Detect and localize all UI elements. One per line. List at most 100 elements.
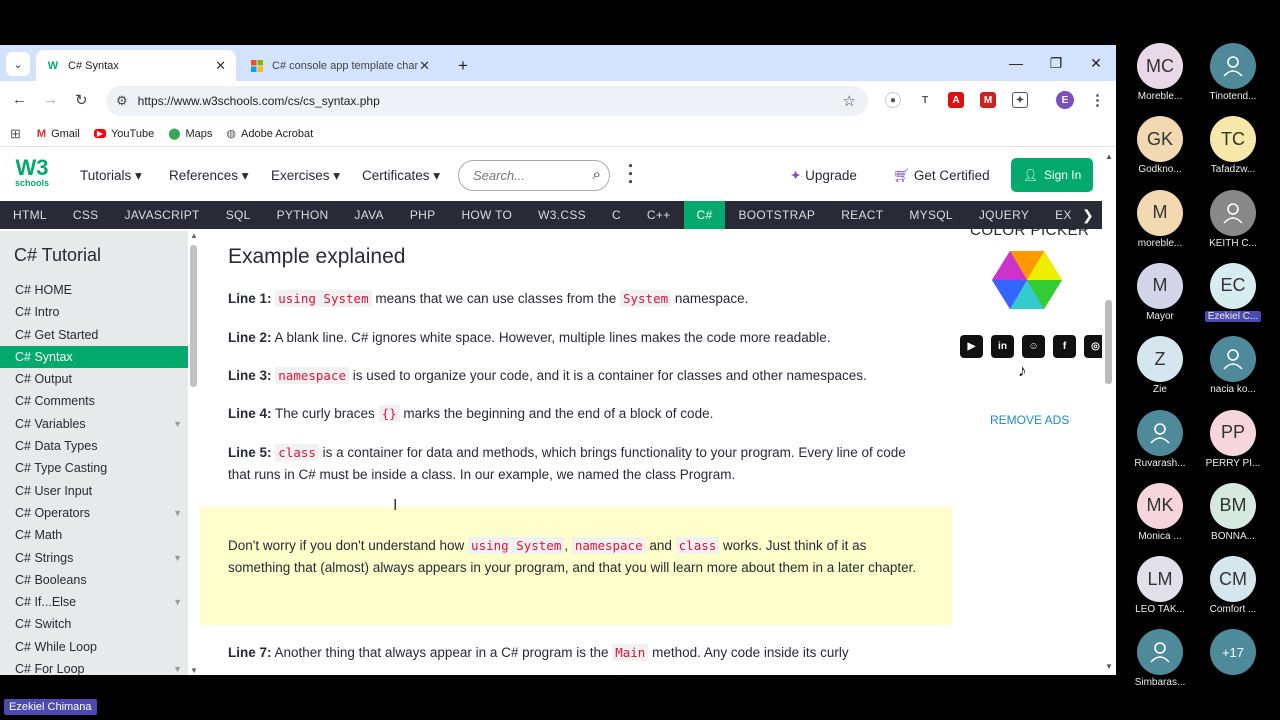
sidebar-item[interactable]: C# If...Else ▼ bbox=[0, 591, 188, 613]
topnav-item[interactable]: MYSQL bbox=[896, 201, 966, 229]
participant-tile[interactable]: MK Monica ... bbox=[1124, 482, 1196, 542]
sidebar-item[interactable]: C# Strings ▼ bbox=[0, 547, 188, 569]
participant-tile[interactable]: LM LEO TAK... bbox=[1124, 556, 1196, 615]
participant-tile[interactable]: +17 bbox=[1197, 629, 1269, 676]
menu-tutorials[interactable]: Tutorials ▾ bbox=[80, 168, 142, 184]
reload-icon[interactable]: ↻ bbox=[75, 91, 88, 109]
participant-tile[interactable]: KEITH C... bbox=[1197, 189, 1269, 249]
sidebar-item[interactable]: C# Type Casting bbox=[0, 457, 188, 479]
color-wheel-icon[interactable] bbox=[992, 249, 1062, 311]
tab-console-template[interactable]: C# console app template chang ✕ bbox=[240, 50, 440, 81]
topnav-item[interactable]: JAVASCRIPT bbox=[111, 201, 212, 229]
participant-tile[interactable]: Z Zie bbox=[1124, 336, 1196, 395]
topnav-item[interactable]: C++ bbox=[634, 201, 684, 229]
forward-icon[interactable]: → bbox=[43, 91, 58, 108]
address-bar[interactable]: ⚙ https://www.w3schools.com/cs/cs_syntax… bbox=[106, 86, 868, 116]
minimize-icon[interactable]: — bbox=[996, 45, 1036, 81]
menu-certificates[interactable]: Certificates ▾ bbox=[362, 168, 440, 184]
topnav-item[interactable]: HOW TO bbox=[448, 201, 525, 229]
participant-tile[interactable]: nacia ko... bbox=[1197, 336, 1269, 395]
browser-menu-icon[interactable]: ⋮ bbox=[1090, 91, 1105, 109]
scrollbar-thumb[interactable] bbox=[1105, 300, 1112, 384]
participant-tile[interactable]: GK Godkno... bbox=[1124, 116, 1196, 175]
new-tab-button[interactable]: + bbox=[448, 50, 478, 81]
topnav-item[interactable]: REACT bbox=[828, 201, 896, 229]
w3schools-logo[interactable]: W3 schools bbox=[14, 157, 50, 193]
color-picker-label[interactable]: COLOR PICKER bbox=[970, 222, 1089, 239]
topnav-item[interactable]: PHP bbox=[397, 201, 449, 229]
sidebar-item[interactable]: C# HOME bbox=[0, 279, 188, 301]
bookmark-adobe-acrobat[interactable]: ◍ Adobe Acrobat bbox=[226, 127, 313, 141]
sidebar-item[interactable]: C# Output bbox=[0, 368, 188, 390]
tiktok-icon[interactable]: ♪ bbox=[1018, 361, 1027, 381]
adobe-pdf-icon[interactable]: A bbox=[948, 92, 964, 108]
extension-text-icon[interactable]: T bbox=[917, 92, 933, 108]
topnav-item[interactable]: PYTHON bbox=[264, 201, 342, 229]
extensions-puzzle-icon[interactable]: ✦ bbox=[1012, 92, 1028, 108]
scrollbar-thumb[interactable] bbox=[190, 245, 197, 387]
sidebar-item[interactable]: C# Math bbox=[0, 524, 188, 546]
participant-tile[interactable]: EC Ezekiel C... bbox=[1197, 262, 1269, 327]
participant-tile[interactable]: Tinotend... bbox=[1197, 43, 1269, 102]
bookmark-maps[interactable]: ⬤ Maps bbox=[168, 127, 212, 141]
sidebar-item[interactable]: C# While Loop bbox=[0, 636, 188, 658]
participant-tile[interactable]: Ruvarash... bbox=[1124, 409, 1196, 469]
search-icon[interactable]: ⌕ bbox=[593, 166, 601, 183]
topnav-item[interactable]: SQL bbox=[213, 201, 264, 229]
profile-avatar[interactable]: E bbox=[1056, 91, 1074, 109]
sidebar-item-active[interactable]: C# Syntax bbox=[0, 345, 188, 369]
participant-tile[interactable]: Mmoreble... bbox=[1124, 189, 1196, 249]
sign-in-button[interactable]: 👤︎ Sign In bbox=[1011, 158, 1093, 192]
discord-icon[interactable]: ☺ bbox=[1022, 335, 1045, 358]
participant-tile[interactable]: Simbaras... bbox=[1124, 629, 1196, 688]
participant-tile[interactable]: CM Comfort ... bbox=[1197, 556, 1269, 615]
sidebar-item[interactable]: C# Operators ▼ bbox=[0, 502, 188, 524]
upgrade-link[interactable]: ✦ Upgrade bbox=[790, 168, 857, 184]
sidebar-item[interactable]: C# Switch bbox=[0, 613, 188, 635]
bookmark-youtube[interactable]: ▶ YouTube bbox=[93, 128, 154, 140]
tab-search-button[interactable]: ⌄ bbox=[6, 52, 30, 76]
sidebar-item[interactable]: C# Data Types bbox=[0, 435, 188, 457]
extension-m-icon[interactable]: M bbox=[980, 92, 996, 108]
participant-tile[interactable]: PP PERRY PI... bbox=[1197, 409, 1269, 469]
sidebar-item[interactable]: C# Get Started bbox=[0, 324, 188, 346]
topnav-item[interactable]: W3.CSS bbox=[525, 201, 599, 229]
sidebar-scrollbar[interactable]: ▲ ▼ bbox=[188, 231, 200, 675]
sidebar-item[interactable]: C# For Loop ▼ bbox=[0, 658, 188, 675]
participant-tile[interactable]: TC Tafadzw... bbox=[1197, 116, 1269, 175]
sidebar-item[interactable]: C# Booleans bbox=[0, 569, 188, 591]
bookmark-star-icon[interactable]: ☆ bbox=[843, 92, 856, 110]
site-info-icon[interactable]: ⚙ bbox=[116, 93, 128, 109]
topnav-item-active[interactable]: C# bbox=[683, 201, 726, 229]
tab-cs-syntax[interactable]: W C# Syntax ✕ bbox=[36, 50, 236, 81]
scroll-down-icon[interactable]: ▼ bbox=[190, 666, 198, 675]
bookmark-gmail[interactable]: M Gmail bbox=[37, 128, 80, 140]
remove-ads-link[interactable]: REMOVE ADS bbox=[990, 413, 1069, 427]
menu-references[interactable]: References ▾ bbox=[169, 168, 249, 184]
scroll-up-icon[interactable]: ▲ bbox=[1105, 152, 1113, 161]
menu-exercises[interactable]: Exercises ▾ bbox=[271, 168, 340, 184]
topnav-item[interactable]: C bbox=[599, 201, 634, 229]
topnav-item[interactable]: HTML bbox=[0, 201, 60, 229]
scroll-up-icon[interactable]: ▲ bbox=[190, 231, 198, 240]
participant-tile[interactable]: M Mayor bbox=[1124, 262, 1196, 322]
youtube-icon[interactable]: ▶ bbox=[960, 335, 983, 358]
linkedin-icon[interactable]: in bbox=[991, 335, 1014, 358]
scroll-down-icon[interactable]: ▼ bbox=[1105, 662, 1113, 671]
topnav-item[interactable]: JAVA bbox=[341, 201, 396, 229]
sidebar-item[interactable]: C# User Input bbox=[0, 480, 188, 502]
back-icon[interactable]: ← bbox=[12, 91, 27, 108]
search-input[interactable]: Search... ⌕ bbox=[458, 160, 610, 191]
sidebar-item[interactable]: C# Variables ▼ bbox=[0, 413, 188, 435]
sidebar-item[interactable]: C# Intro bbox=[0, 301, 188, 323]
extension-color-icon[interactable]: ● bbox=[885, 92, 901, 108]
sidebar-item[interactable]: C# Comments bbox=[0, 390, 188, 412]
close-window-icon[interactable]: ✕ bbox=[1076, 45, 1116, 81]
topnav-item[interactable]: BOOTSTRAP bbox=[725, 201, 828, 229]
get-certified-link[interactable]: 🛒︎ Get Certified bbox=[893, 168, 990, 184]
apps-grid-icon[interactable]: ⊞ bbox=[10, 126, 21, 142]
restore-icon[interactable]: ❐ bbox=[1036, 45, 1076, 81]
more-vertical-icon[interactable]: · · · bbox=[628, 157, 634, 191]
page-scrollbar[interactable]: ▲ ▼ bbox=[1102, 148, 1116, 675]
participant-tile[interactable]: MC Moreble... bbox=[1124, 43, 1196, 102]
